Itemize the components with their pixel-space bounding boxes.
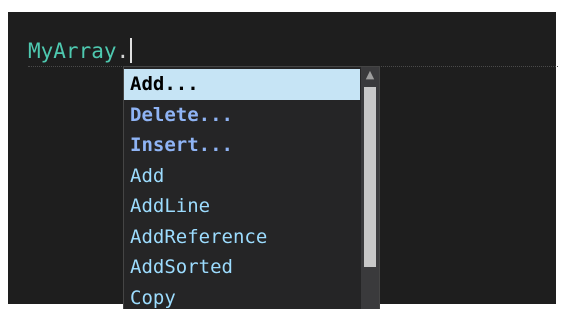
completion-items: Add... Delete... Insert... Add AddLine A… bbox=[124, 69, 360, 309]
completion-item-addsorted[interactable]: AddSorted bbox=[124, 252, 360, 283]
completion-item-copy[interactable]: Copy bbox=[124, 283, 360, 309]
member-access-dot: . bbox=[116, 39, 130, 63]
scroll-up-arrow-icon[interactable]: ▲ bbox=[361, 67, 379, 83]
code-text: MyArray. bbox=[28, 36, 133, 66]
completion-item-insert-snippet[interactable]: Insert... bbox=[124, 130, 360, 161]
code-line[interactable]: MyArray. bbox=[0, 36, 564, 66]
completion-item-addreference[interactable]: AddReference bbox=[124, 222, 360, 253]
scrollbar-thumb[interactable] bbox=[364, 87, 376, 267]
completion-item-add-snippet[interactable]: Add... bbox=[124, 69, 360, 100]
code-identifier: MyArray bbox=[28, 39, 117, 63]
top-margin bbox=[0, 0, 564, 12]
completion-item-add[interactable]: Add bbox=[124, 161, 360, 192]
completion-item-addline[interactable]: AddLine bbox=[124, 191, 360, 222]
text-caret bbox=[130, 38, 133, 63]
code-editor[interactable]: MyArray. Add... Delete... Insert... Add … bbox=[0, 0, 564, 309]
intellisense-completion-list[interactable]: Add... Delete... Insert... Add AddLine A… bbox=[123, 66, 380, 309]
completion-scrollbar[interactable]: ▲ bbox=[361, 67, 379, 309]
completion-item-delete-snippet[interactable]: Delete... bbox=[124, 100, 360, 131]
